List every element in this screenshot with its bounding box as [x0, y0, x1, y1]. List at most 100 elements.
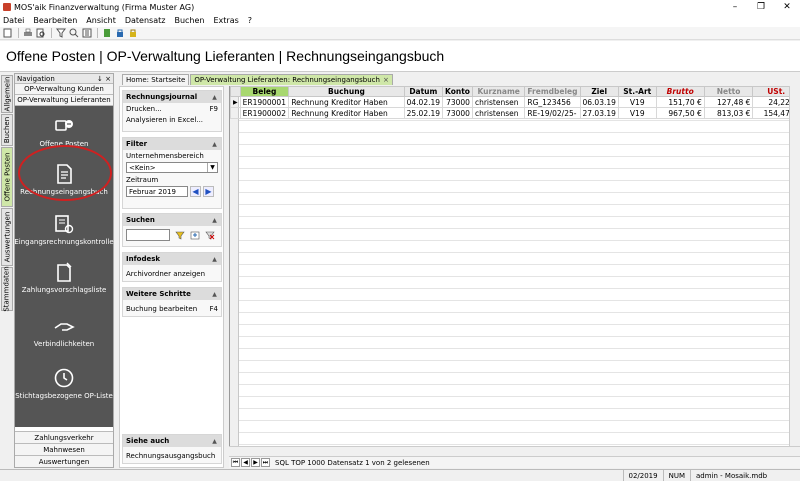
column-header-st-art[interactable]: St.-Art — [617, 86, 657, 97]
task-rechnungsausgangsbuch[interactable]: Rechnungsausgangsbuch — [123, 450, 221, 461]
company-select[interactable]: <Kein> ▼ — [126, 162, 218, 173]
task-buchung-bearbeiten[interactable]: Buchung bearbeiten F4 — [123, 303, 221, 314]
column-header-netto[interactable]: Netto — [703, 86, 754, 97]
menu-help[interactable]: ? — [248, 16, 252, 25]
cell-datum[interactable]: 04.02.19 — [403, 96, 444, 108]
vtab-auswertungen[interactable]: Auswertungen — [1, 208, 13, 266]
cell-netto[interactable]: 813,03 € — [703, 107, 754, 119]
nav-zahlungsverkehr-button[interactable]: Zahlungsverkehr — [15, 431, 113, 443]
column-header-brutto[interactable]: Brutto — [655, 86, 705, 97]
print-icon[interactable] — [22, 28, 33, 39]
search-add-icon[interactable] — [189, 230, 200, 241]
print-preview-icon[interactable] — [35, 28, 46, 39]
menu-datei[interactable]: Datei — [3, 16, 24, 25]
collapse-icon[interactable]: ▲ — [210, 93, 219, 102]
previous-arrow-icon[interactable]: ◀ — [190, 186, 201, 197]
column-header-buchung[interactable]: Buchung — [288, 86, 405, 97]
column-header-konto[interactable]: Konto — [442, 86, 473, 97]
maximize-icon[interactable]: ❐ — [748, 0, 774, 14]
task-group-header[interactable]: Suchen ▲ — [123, 214, 221, 226]
vtab-stammdaten[interactable]: Stammdaten — [1, 266, 13, 312]
calculator-icon[interactable] — [101, 28, 112, 39]
cell-ziel[interactable]: 27.03.19 — [579, 107, 619, 119]
nav-auswertungen-button[interactable]: Auswertungen — [15, 455, 113, 467]
collapse-icon[interactable]: ▲ — [210, 216, 219, 225]
cell-fremdbeleg[interactable]: RG_123456 — [524, 96, 581, 108]
tab-rechnungseingangsbuch[interactable]: OP-Verwaltung Lieferanten: Rechnungseing… — [190, 74, 393, 85]
vtab-allgemein[interactable]: Allgemein — [1, 75, 13, 113]
cell-konto[interactable]: 73000 — [442, 107, 473, 119]
table-row[interactable]: ER1900002 Rechnung Kreditor Haben 25.02.… — [230, 107, 800, 119]
nav-item-eingangsrechnungskontrolle[interactable]: Eingangsrechnungskontrolle — [14, 210, 114, 256]
vtab-buchen[interactable]: Buchen — [1, 114, 13, 146]
cell-beleg[interactable]: ER1900001 — [239, 96, 290, 108]
collapse-icon[interactable]: ▲ — [210, 255, 219, 264]
last-record-icon[interactable]: ⏭ — [261, 458, 270, 467]
cell-kurzname[interactable]: christensen — [471, 107, 526, 119]
filter-icon[interactable] — [55, 28, 66, 39]
pin-close-icon[interactable]: ↓ × — [97, 75, 111, 83]
column-header-beleg[interactable]: Beleg — [239, 86, 290, 97]
horizontal-scrollbar[interactable] — [229, 446, 800, 456]
nav-mahnwesen-button[interactable]: Mahnwesen — [15, 443, 113, 455]
task-group-header[interactable]: Filter ▲ — [123, 138, 221, 150]
new-document-icon[interactable] — [2, 28, 13, 39]
cell-beleg[interactable]: ER1900002 — [239, 107, 290, 119]
cell-fremdbeleg[interactable]: RE-19/02/25- — [524, 107, 581, 119]
collapse-icon[interactable]: ▲ — [210, 140, 219, 149]
cell-buchung[interactable]: Rechnung Kreditor Haben — [288, 96, 405, 108]
cell-datum[interactable]: 25.02.19 — [403, 107, 444, 119]
menu-ansicht[interactable]: Ansicht — [86, 16, 116, 25]
tab-close-icon[interactable]: × — [383, 76, 389, 84]
cell-konto[interactable]: 73000 — [442, 96, 473, 108]
search-input[interactable] — [126, 229, 170, 241]
nav-op-kunden-button[interactable]: OP-Verwaltung Kunden — [15, 84, 113, 95]
key-icon[interactable] — [127, 28, 138, 39]
period-input[interactable]: Februar 2019 — [126, 186, 188, 197]
menu-extras[interactable]: Extras — [213, 16, 238, 25]
nav-item-zahlungsvorschlagsliste[interactable]: Zahlungsvorschlagsliste — [15, 258, 113, 304]
cell-brutto[interactable]: 967,50 € — [655, 107, 705, 119]
nav-item-stichtag-op-liste[interactable]: Stichtagsbezogene OP-Liste — [15, 364, 113, 410]
task-group-header[interactable]: Siehe auch ▲ — [123, 435, 221, 447]
task-archivordner[interactable]: Archivordner anzeigen — [123, 268, 221, 279]
task-drucken[interactable]: Drucken... F9 — [123, 103, 221, 114]
menu-buchen[interactable]: Buchen — [174, 16, 204, 25]
cell-buchung[interactable]: Rechnung Kreditor Haben — [288, 107, 405, 119]
next-record-icon[interactable]: ▶ — [251, 458, 260, 467]
cell-brutto[interactable]: 151,70 € — [655, 96, 705, 108]
tab-startseite[interactable]: Home: Startseite — [122, 74, 190, 85]
first-record-icon[interactable]: ⏮ — [231, 458, 240, 467]
previous-record-icon[interactable]: ◀ — [241, 458, 250, 467]
column-header-kurzname[interactable]: Kurzname — [471, 86, 526, 97]
close-icon[interactable]: ✕ — [774, 0, 800, 14]
nav-item-verbindlichkeiten[interactable]: Verbindlichkeiten — [15, 312, 113, 358]
vertical-scrollbar[interactable] — [789, 86, 800, 446]
cell-st-art[interactable]: V19 — [617, 107, 657, 119]
next-arrow-icon[interactable]: ▶ — [203, 186, 214, 197]
search-clear-icon[interactable] — [204, 230, 215, 241]
collapse-icon[interactable]: ▲ — [210, 437, 219, 446]
cell-netto[interactable]: 127,48 € — [703, 96, 754, 108]
task-group-header[interactable]: Rechnungsjournal ▲ — [123, 91, 221, 103]
find-icon[interactable] — [68, 28, 79, 39]
task-group-header[interactable]: Weitere Schritte ▲ — [123, 288, 221, 300]
lock-icon[interactable] — [114, 28, 125, 39]
menu-bearbeiten[interactable]: Bearbeiten — [33, 16, 77, 25]
table-row[interactable]: ▶ ER1900001 Rechnung Kreditor Haben 04.0… — [230, 96, 800, 108]
vtab-offene-posten[interactable]: Offene Posten — [1, 147, 13, 207]
task-group-header[interactable]: Infodesk ▲ — [123, 253, 221, 265]
collapse-icon[interactable]: ▲ — [210, 290, 219, 299]
sort-icon[interactable] — [81, 28, 92, 39]
column-header-datum[interactable]: Datum — [403, 86, 444, 97]
column-header-fremdbeleg[interactable]: Fremdbeleg — [524, 86, 581, 97]
menu-datensatz[interactable]: Datensatz — [125, 16, 166, 25]
cell-kurzname[interactable]: christensen — [471, 96, 526, 108]
column-header-ziel[interactable]: Ziel — [579, 86, 619, 97]
search-execute-icon[interactable] — [174, 230, 185, 241]
nav-op-lieferanten-button[interactable]: OP-Verwaltung Lieferanten — [15, 95, 113, 106]
cell-ziel[interactable]: 06.03.19 — [579, 96, 619, 108]
minimize-icon[interactable]: – — [722, 0, 748, 14]
cell-st-art[interactable]: V19 — [617, 96, 657, 108]
task-excel[interactable]: Analysieren in Excel... — [123, 114, 221, 125]
